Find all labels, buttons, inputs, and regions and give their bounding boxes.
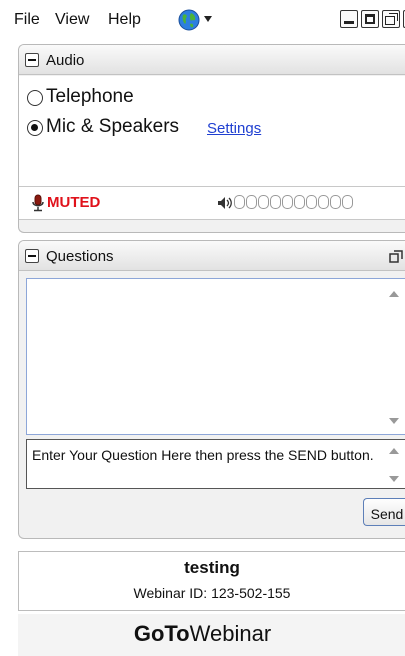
- telephone-radio[interactable]: [27, 90, 43, 106]
- speaker-level-meter: [234, 195, 353, 209]
- settings-link[interactable]: Settings: [207, 120, 261, 137]
- level-segment: [306, 195, 317, 209]
- collapse-questions-icon[interactable]: [25, 249, 39, 263]
- collapse-audio-icon[interactable]: [25, 53, 39, 67]
- telephone-label[interactable]: Telephone: [46, 86, 134, 108]
- question-input[interactable]: Enter Your Question Here then press the …: [26, 439, 405, 489]
- questions-panel-header: Questions: [19, 241, 405, 271]
- mic-speakers-radio[interactable]: [27, 120, 43, 136]
- level-segment: [234, 195, 245, 209]
- webinar-info: testing Webinar ID: 123-502-155: [18, 551, 405, 611]
- speaker-icon: [218, 197, 232, 209]
- audio-panel-title: Audio: [46, 52, 85, 69]
- level-segment: [294, 195, 305, 209]
- questions-panel: Questions Enter Your Question Here then …: [18, 240, 405, 539]
- scroll-down-icon[interactable]: [389, 476, 399, 482]
- divider: [19, 219, 405, 220]
- level-segment: [342, 195, 353, 209]
- menu-bar: File View Help: [14, 0, 405, 38]
- popout-icon[interactable]: [389, 250, 403, 264]
- audio-panel-header: Audio: [19, 45, 405, 75]
- scroll-up-icon[interactable]: [389, 448, 399, 454]
- mic-status-row: MUTED: [19, 187, 405, 219]
- brand-regular: Webinar: [189, 621, 272, 646]
- maximize-icon[interactable]: [361, 10, 379, 28]
- menu-file[interactable]: File: [14, 11, 40, 29]
- level-segment: [258, 195, 269, 209]
- menu-help[interactable]: Help: [108, 11, 141, 29]
- level-segment: [282, 195, 293, 209]
- globe-icon[interactable]: [177, 9, 201, 31]
- audio-options: Telephone Mic & Speakers Settings: [19, 76, 405, 187]
- mic-muted-status: MUTED: [47, 194, 101, 211]
- webinar-id: Webinar ID: 123-502-155: [133, 585, 291, 601]
- level-segment: [246, 195, 257, 209]
- brand-bold: GoTo: [133, 621, 190, 646]
- questions-log[interactable]: [26, 278, 405, 435]
- send-button[interactable]: Send: [363, 498, 405, 526]
- language-dropdown-icon[interactable]: [204, 16, 212, 22]
- webinar-name: testing: [184, 558, 240, 577]
- minimize-icon[interactable]: [340, 10, 358, 28]
- level-segment: [330, 195, 341, 209]
- mic-speakers-label[interactable]: Mic & Speakers: [46, 116, 179, 138]
- restore-icon[interactable]: [382, 10, 400, 28]
- level-segment: [318, 195, 329, 209]
- level-segment: [270, 195, 281, 209]
- gotowebinar-logo: GoToWebinar: [0, 621, 405, 647]
- scroll-up-icon[interactable]: [389, 291, 399, 297]
- question-input-text: Enter Your Question Here then press the …: [32, 447, 374, 463]
- questions-panel-title: Questions: [46, 248, 114, 265]
- audio-panel: Audio Telephone Mic & Speakers Settings …: [18, 44, 405, 233]
- scroll-down-icon[interactable]: [389, 418, 399, 424]
- microphone-icon[interactable]: [31, 194, 45, 212]
- menu-view[interactable]: View: [55, 11, 89, 29]
